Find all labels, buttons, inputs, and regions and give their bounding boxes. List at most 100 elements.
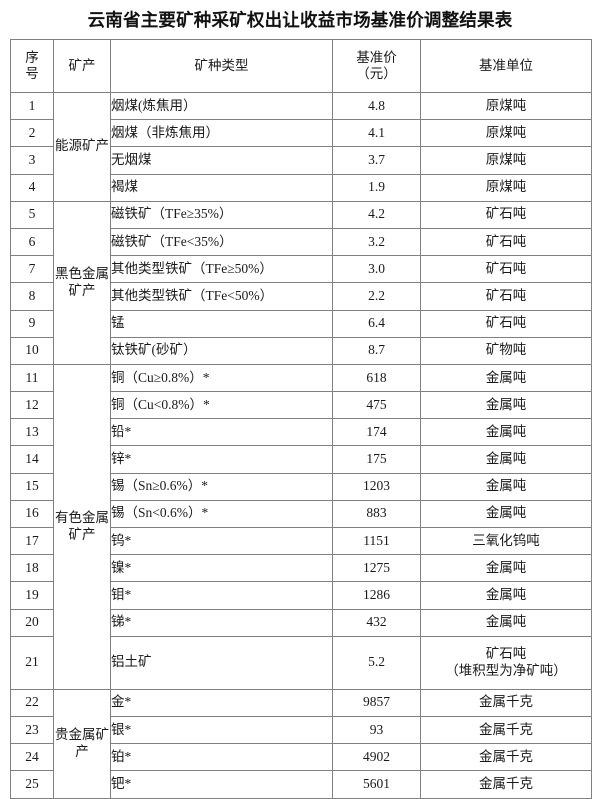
cell-benchmark-price: 1.9 — [332, 173, 421, 202]
cell-serial-number: 16 — [10, 499, 54, 529]
cell-mineral-type: 银* — [110, 715, 333, 745]
column-header-no-line1: 序 — [25, 50, 39, 66]
column-header-price-line1: 基准价 — [356, 50, 397, 66]
cell-benchmark-unit: 原煤吨 — [420, 173, 592, 202]
cell-benchmark-unit: 金属吨 — [420, 445, 592, 474]
cell-serial-number: 9 — [10, 309, 54, 338]
cell-benchmark-unit: 金属吨 — [420, 418, 592, 447]
cell-serial-number: 1 — [10, 91, 54, 121]
cell-mineral-type: 铝土矿 — [110, 635, 333, 690]
cell-benchmark-unit: 金属千克 — [420, 715, 592, 745]
document-page: 云南省主要矿种采矿权出让收益市场基准价调整结果表 序 号 矿产 矿种类型 基准价… — [0, 0, 600, 799]
cell-benchmark-unit: 三氧化钨吨 — [420, 526, 592, 556]
cell-serial-number: 18 — [10, 554, 54, 583]
table-body: 1 能源矿产 烟煤(炼焦用） 4.8 原煤吨 2 烟煤（非炼焦用） 4.1 原煤吨 3 无烟煤 3.7… — [10, 91, 592, 799]
cell-serial-number: 17 — [10, 526, 54, 556]
cell-mineral-type: 钛铁矿(砂矿） — [110, 336, 333, 365]
cell-serial-number: 12 — [10, 391, 54, 420]
cell-serial-number: 20 — [10, 608, 54, 637]
cell-mineral-type: 锡（Sn≥0.6%）* — [110, 472, 333, 501]
cell-benchmark-price: 2.2 — [332, 282, 421, 311]
cell-benchmark-price: 3.2 — [332, 227, 421, 257]
column-header-no-line2: 号 — [25, 66, 39, 81]
cell-mineral-type: 无烟煤 — [110, 146, 333, 175]
cell-serial-number: 21 — [10, 635, 54, 690]
cell-mineral-type: 磁铁矿（TFe≥35%） — [110, 200, 333, 229]
page-title: 云南省主要矿种采矿权出让收益市场基准价调整结果表 — [87, 10, 513, 30]
table-row: 1 能源矿产 烟煤(炼焦用） 4.8 原煤吨 — [10, 91, 592, 202]
cell-serial-number: 22 — [10, 688, 54, 717]
cell-benchmark-price: 3.0 — [332, 255, 421, 284]
cell-serial-number: 6 — [10, 227, 54, 257]
cell-benchmark-unit: 金属吨 — [420, 499, 592, 529]
cell-benchmark-price: 4.2 — [332, 200, 421, 229]
column-header-no: 序 号 — [10, 39, 54, 93]
cell-mineral-category: 有色金属矿产 — [53, 363, 111, 690]
cell-serial-number: 23 — [10, 715, 54, 745]
cell-benchmark-unit: 金属千克 — [420, 743, 592, 772]
cell-serial-number: 5 — [10, 200, 54, 229]
cell-mineral-type: 磁铁矿（TFe<35%） — [110, 227, 333, 257]
cell-benchmark-price: 6.4 — [332, 309, 421, 338]
cell-serial-number: 8 — [10, 282, 54, 311]
cell-benchmark-price: 883 — [332, 499, 421, 529]
cell-benchmark-price: 1286 — [332, 581, 421, 610]
cell-benchmark-unit: 矿石吨 — [420, 255, 592, 284]
cell-mineral-type: 镍* — [110, 554, 333, 583]
cell-serial-number: 14 — [10, 445, 54, 474]
cell-benchmark-unit: 矿石吨 （堆积型为净矿吨） — [420, 635, 592, 690]
cell-serial-number: 3 — [10, 146, 54, 175]
cell-mineral-type: 金* — [110, 688, 333, 717]
cell-benchmark-unit: 金属千克 — [420, 688, 592, 717]
cell-mineral-category: 能源矿产 — [53, 92, 111, 202]
cell-benchmark-price: 4902 — [332, 743, 421, 772]
mineral-benchmark-table-container: 序 号 矿产 矿种类型 基准价 （元） 基准单位 1 能源矿产 烟煤(炼焦用） 4.8… — [10, 39, 592, 799]
table-header: 序 号 矿产 矿种类型 基准价 （元） 基准单位 — [10, 39, 592, 93]
cell-benchmark-unit: 金属千克 — [420, 770, 592, 799]
cell-mineral-type: 锰 — [110, 309, 333, 338]
cell-mineral-type: 钯* — [110, 770, 333, 799]
cell-benchmark-unit: 金属吨 — [420, 554, 592, 583]
cell-serial-number: 11 — [10, 363, 54, 393]
cell-benchmark-unit: 原煤吨 — [420, 91, 592, 121]
column-header-category: 矿产 — [53, 39, 111, 93]
cell-mineral-type: 铜（Cu≥0.8%）* — [110, 363, 333, 393]
cell-benchmark-unit: 金属吨 — [420, 608, 592, 637]
cell-mineral-type: 褐煤 — [110, 173, 333, 202]
cell-benchmark-unit: 矿石吨 — [420, 227, 592, 257]
table-row: 5 黑色金属矿产 磁铁矿（TFe≥35%） 4.2 矿石吨 — [10, 200, 592, 365]
cell-benchmark-price: 1203 — [332, 472, 421, 501]
table-header-row: 序 号 矿产 矿种类型 基准价 （元） 基准单位 — [10, 39, 592, 93]
cell-benchmark-price: 1151 — [332, 526, 421, 556]
cell-benchmark-price: 5.2 — [332, 635, 421, 690]
cell-mineral-type: 烟煤(炼焦用） — [110, 91, 333, 121]
cell-mineral-type: 铅* — [110, 418, 333, 447]
cell-benchmark-unit: 金属吨 — [420, 363, 592, 393]
cell-benchmark-price: 432 — [332, 608, 421, 637]
column-header-unit: 基准单位 — [420, 39, 592, 93]
cell-benchmark-price: 1275 — [332, 554, 421, 583]
cell-mineral-type: 铜（Cu<0.8%）* — [110, 391, 333, 420]
cell-mineral-type: 烟煤（非炼焦用） — [110, 119, 333, 148]
cell-serial-number: 7 — [10, 255, 54, 284]
cell-serial-number: 10 — [10, 336, 54, 365]
cell-benchmark-price: 8.7 — [332, 336, 421, 365]
cell-mineral-category: 贵金属矿产 — [53, 688, 111, 799]
cell-mineral-type: 锌* — [110, 445, 333, 474]
table-row: 11 有色金属矿产 铜（Cu≥0.8%）* 618 金属吨 — [10, 363, 592, 690]
cell-benchmark-unit: 矿石吨 — [420, 309, 592, 338]
cell-benchmark-price: 174 — [332, 418, 421, 447]
cell-benchmark-unit: 金属吨 — [420, 391, 592, 420]
cell-benchmark-price: 475 — [332, 391, 421, 420]
cell-benchmark-unit: 金属吨 — [420, 581, 592, 610]
cell-benchmark-unit: 矿石吨 — [420, 282, 592, 311]
cell-mineral-type: 铂* — [110, 743, 333, 772]
cell-benchmark-unit: 矿物吨 — [420, 336, 592, 365]
cell-benchmark-unit-line2: （堆积型为净矿吨） — [445, 662, 567, 678]
cell-serial-number: 13 — [10, 418, 54, 447]
cell-serial-number: 19 — [10, 581, 54, 610]
cell-benchmark-price: 175 — [332, 445, 421, 474]
cell-mineral-type: 锑* — [110, 608, 333, 637]
cell-mineral-category: 黑色金属矿产 — [53, 200, 111, 365]
cell-benchmark-price: 3.7 — [332, 146, 421, 175]
